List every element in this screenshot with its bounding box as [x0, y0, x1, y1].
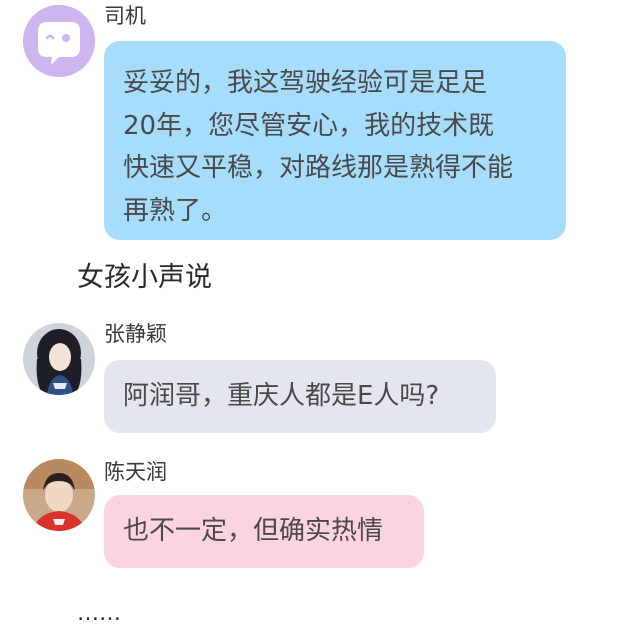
narration-whisper: 女孩小声说 [77, 262, 212, 293]
message-text: 阿润哥，重庆人都是E人吗? [123, 381, 440, 411]
boy-portrait [23, 459, 95, 531]
message-text: 也不一定，但确实热情 [123, 516, 384, 546]
avatar-chen-tianrun[interactable] [23, 459, 95, 531]
avatar-driver[interactable] [23, 5, 95, 77]
message-line: 再熟了。 [123, 195, 228, 226]
narration-ellipsis: …… [77, 601, 121, 626]
message-bubble-chen-tianrun[interactable]: 也不一定，但确实热情 [104, 495, 424, 568]
avatar-zhang-jingying[interactable] [23, 323, 95, 395]
message-bubble-driver[interactable]: 妥妥的，我这驾驶经验可是足足 20年，您尽管安心，我的技术既 快速又平稳，对路线… [104, 41, 566, 240]
sender-name-zhang-jingying: 张静颖 [104, 322, 167, 346]
message-line: 20年，您尽管安心，我的技术既 [123, 110, 495, 141]
message-line: 妥妥的，我这驾驶经验可是足足 [123, 68, 488, 98]
sender-name-chen-tianrun: 陈天润 [104, 460, 167, 484]
message-bubble-zhang-jingying[interactable]: 阿润哥，重庆人都是E人吗? [104, 360, 496, 433]
message-line: 快速又平稳，对路线那是熟得不能 [123, 153, 514, 183]
sender-name-driver: 司机 [104, 4, 146, 28]
chat-bot-icon [23, 5, 95, 77]
girl-portrait [23, 323, 95, 395]
